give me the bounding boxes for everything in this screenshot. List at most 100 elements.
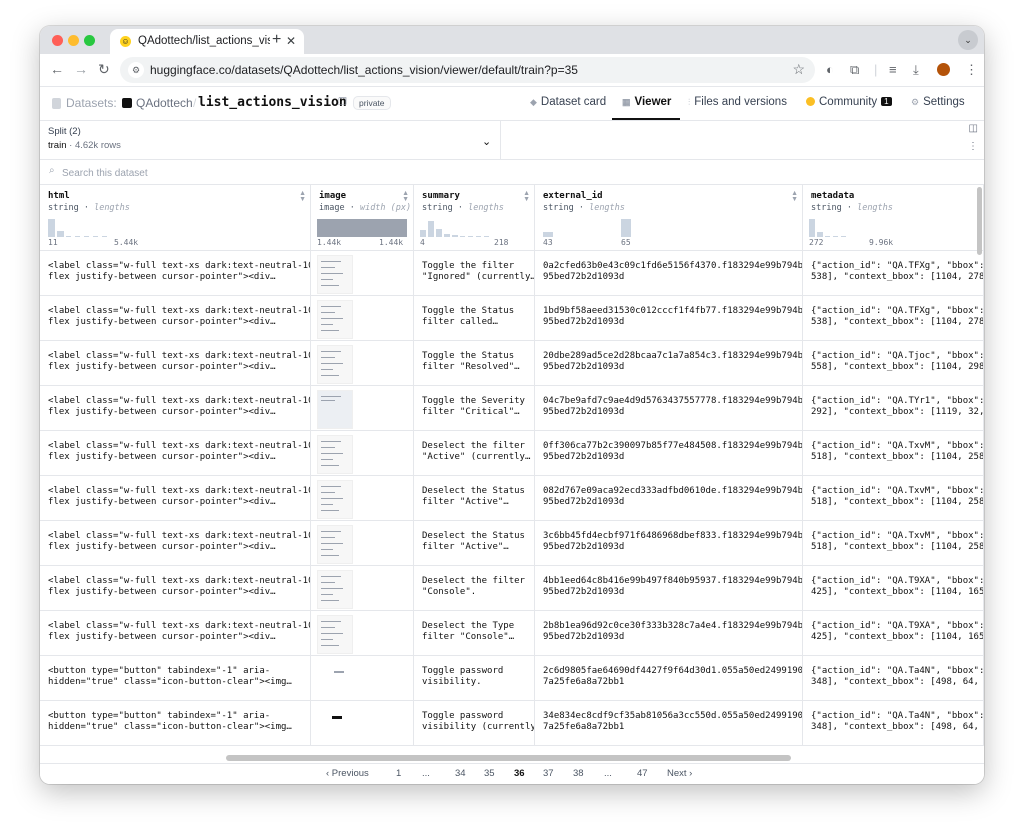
column-header-external-id[interactable]: external_id string · lengths ▲ ▼ 43 65 xyxy=(535,185,803,251)
table-row[interactable]: <label class="w-full text-xs dark:text-n… xyxy=(40,341,984,386)
profile-avatar-icon[interactable] xyxy=(937,63,950,76)
cell-external-id[interactable]: 34e834ec8cdf9cf35ab81056a3cc550d.055a50e… xyxy=(535,701,803,746)
table-row[interactable]: <label class="w-full text-xs dark:text-n… xyxy=(40,611,984,656)
page-link[interactable]: 47 xyxy=(637,768,648,779)
histogram-bar[interactable] xyxy=(460,236,465,237)
cell-html[interactable]: <label class="w-full text-xs dark:text-n… xyxy=(40,566,311,611)
cell-image[interactable] xyxy=(311,296,414,341)
sort-icon[interactable]: ▲ ▼ xyxy=(299,190,306,203)
tab-community[interactable]: Community 1 xyxy=(806,96,892,108)
histogram-bar[interactable] xyxy=(621,219,631,237)
reading-list-icon[interactable]: ≡ xyxy=(889,62,897,77)
cell-summary[interactable]: Toggle the Severity filter "Critical"… xyxy=(414,386,535,431)
breadcrumb-datasets[interactable]: Datasets: xyxy=(66,96,117,110)
histogram-bar[interactable] xyxy=(841,236,846,237)
page-link[interactable]: 38 xyxy=(573,768,584,779)
cell-html[interactable]: <label class="w-full text-xs dark:text-n… xyxy=(40,476,311,521)
page-link[interactable]: 35 xyxy=(484,768,495,779)
image-thumbnail[interactable] xyxy=(317,345,353,384)
cell-html[interactable]: <label class="w-full text-xs dark:text-n… xyxy=(40,431,311,476)
cell-summary[interactable]: Toggle the Status filter called… xyxy=(414,296,535,341)
tab-files-and-versions[interactable]: ⫶ Files and versions xyxy=(688,96,787,108)
cell-metadata[interactable]: {"action_id": "QA.TYr1", "bbox": [1119, … xyxy=(803,386,984,431)
image-thumbnail[interactable] xyxy=(317,615,353,654)
cell-metadata[interactable]: {"action_id": "QA.T9XA", "bbox": [1104, … xyxy=(803,566,984,611)
table-row[interactable]: <label class="w-full text-xs dark:text-n… xyxy=(40,521,984,566)
histogram-bar[interactable] xyxy=(317,219,407,237)
bookmark-star-icon[interactable]: ☆ xyxy=(792,61,805,78)
cell-summary[interactable]: Toggle password visibility. xyxy=(414,656,535,701)
sort-icon[interactable]: ▲ ▼ xyxy=(791,190,798,203)
histogram-bar[interactable] xyxy=(420,230,426,237)
chevron-down-icon[interactable]: ⌄ xyxy=(482,135,491,148)
table-row[interactable]: <label class="w-full text-xs dark:text-n… xyxy=(40,386,984,431)
address-bar[interactable]: ⚙ huggingface.co/datasets/QAdottech/list… xyxy=(120,57,815,83)
table-row[interactable]: <label class="w-full text-xs dark:text-n… xyxy=(40,251,984,296)
cell-image[interactable] xyxy=(311,701,414,746)
cell-html[interactable]: <button type="button" tabindex="-1" aria… xyxy=(40,701,311,746)
cell-external-id[interactable]: 0ff306ca77b2c390097b85f77e484508.f183294… xyxy=(535,431,803,476)
cell-html[interactable]: <label class="w-full text-xs dark:text-n… xyxy=(40,521,311,566)
cell-image[interactable] xyxy=(311,431,414,476)
cell-external-id[interactable]: 3c6bb45fd4ecbf971f6486968dbef833.f183294… xyxy=(535,521,803,566)
histogram-bar[interactable] xyxy=(468,236,473,237)
column-header-metadata[interactable]: metadata string · lengths 272 9.96k xyxy=(803,185,984,251)
image-thumbnail[interactable] xyxy=(317,300,353,339)
tab-viewer[interactable]: ▦ Viewer xyxy=(622,96,671,108)
split-selector[interactable]: Split (2) train · 4.62k rows ⌄ ◫ ⋮ xyxy=(40,121,984,160)
cell-summary[interactable]: Deselect the Status filter "Active"… xyxy=(414,521,535,566)
breadcrumb-repo[interactable]: list_actions_vision xyxy=(198,95,347,110)
cell-html[interactable]: <label class="w-full text-xs dark:text-n… xyxy=(40,611,311,656)
page-link[interactable]: 34 xyxy=(455,768,466,779)
horizontal-scrollbar[interactable] xyxy=(226,755,791,761)
extension-translate-icon[interactable]: ◐ xyxy=(826,62,834,77)
cell-summary[interactable]: Deselect the Type filter "Console"… xyxy=(414,611,535,656)
table-row[interactable]: <label class="w-full text-xs dark:text-n… xyxy=(40,476,984,521)
cell-metadata[interactable]: {"action_id": "QA.T9XA", "bbox": [1104, … xyxy=(803,611,984,656)
table-row[interactable]: <label class="w-full text-xs dark:text-n… xyxy=(40,566,984,611)
table-row[interactable]: <button type="button" tabindex="-1" aria… xyxy=(40,701,984,746)
cell-image[interactable] xyxy=(311,521,414,566)
histogram-bar[interactable] xyxy=(57,231,64,237)
search-input[interactable] xyxy=(60,163,464,183)
histogram-bar[interactable] xyxy=(484,236,489,237)
histogram-bar[interactable] xyxy=(93,236,98,237)
histogram-bar[interactable] xyxy=(66,236,71,237)
image-thumbnail[interactable] xyxy=(317,435,353,474)
cell-summary[interactable]: Deselect the Status filter "Active"… xyxy=(414,476,535,521)
cell-metadata[interactable]: {"action_id": "QA.Ta4N", "bbox": [498, 6… xyxy=(803,656,984,701)
histogram-bar[interactable] xyxy=(84,236,89,237)
cell-summary[interactable]: Deselect the filter "Active" (currently… xyxy=(414,431,535,476)
previous-page-button[interactable]: ‹ Previous xyxy=(326,768,369,779)
cell-html[interactable]: <label class="w-full text-xs dark:text-n… xyxy=(40,296,311,341)
cell-summary[interactable]: Toggle password visibility (currently… xyxy=(414,701,535,746)
cell-summary[interactable]: Deselect the filter "Console". xyxy=(414,566,535,611)
column-header-summary[interactable]: summary string · lengths ▲ ▼ 4 218 xyxy=(414,185,535,251)
cell-image[interactable] xyxy=(311,251,414,296)
sort-icon[interactable]: ▲ ▼ xyxy=(402,190,409,203)
cell-external-id[interactable]: 082d767e09aca92ecd333adfbd0610de.f183294… xyxy=(535,476,803,521)
tab-dataset-card[interactable]: ◆ Dataset card xyxy=(530,96,606,108)
site-settings-icon[interactable]: ⚙ xyxy=(128,62,144,78)
page-link[interactable]: 37 xyxy=(543,768,554,779)
tab-close-icon[interactable]: ✕ xyxy=(286,34,296,48)
histogram-bar[interactable] xyxy=(452,235,458,237)
cell-html[interactable]: <label class="w-full text-xs dark:text-n… xyxy=(40,386,311,431)
cell-metadata[interactable]: {"action_id": "QA.Ta4N", "bbox": [498, 6… xyxy=(803,701,984,746)
cell-metadata[interactable]: {"action_id": "QA.TxvM", "bbox": [1104, … xyxy=(803,476,984,521)
cell-html[interactable]: <button type="button" tabindex="-1" aria… xyxy=(40,656,311,701)
new-tab-icon[interactable]: + xyxy=(272,31,281,49)
cell-external-id[interactable]: 4bb1eed64c8b416e99b497f840b95937.f183294… xyxy=(535,566,803,611)
cell-metadata[interactable]: {"action_id": "QA.TxvM", "bbox": [1104, … xyxy=(803,431,984,476)
cell-external-id[interactable]: 1bd9bf58aeed31530c012cccf1f4fb77.f183294… xyxy=(535,296,803,341)
image-thumbnail[interactable] xyxy=(317,480,353,519)
cell-external-id[interactable]: 20dbe289ad5ce2d28bcaa7c1a7a854c3.f183294… xyxy=(535,341,803,386)
page-link[interactable]: 1 xyxy=(396,768,401,779)
reload-icon[interactable]: ↻ xyxy=(98,61,110,78)
column-header-image[interactable]: image image · width (px) ▲ ▼ 1.44k 1.44k xyxy=(311,185,414,251)
cell-metadata[interactable]: {"action_id": "QA.Tjoc", "bbox": [1104, … xyxy=(803,341,984,386)
histogram-bar[interactable] xyxy=(48,219,55,237)
histogram-bar[interactable] xyxy=(102,236,107,237)
browser-menu-icon[interactable]: ⋮ xyxy=(965,62,978,78)
copy-icon[interactable]: ❐ xyxy=(338,97,347,108)
